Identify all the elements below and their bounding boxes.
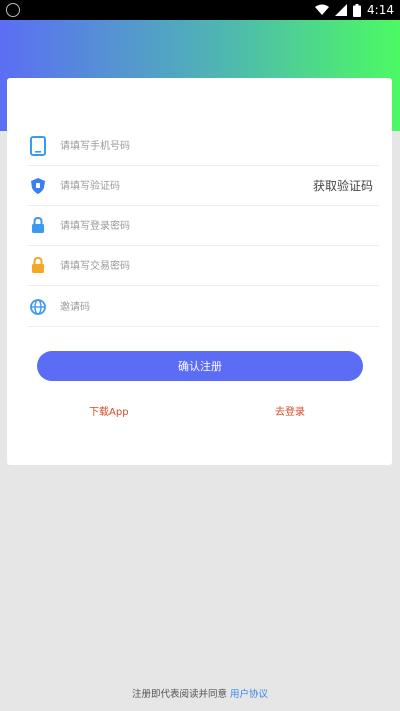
notification-icon — [6, 3, 20, 17]
code-row: 获取验证码 — [27, 166, 379, 206]
get-code-button[interactable]: 获取验证码 — [313, 177, 373, 194]
user-agreement-link[interactable]: 用户协议 — [230, 689, 268, 700]
phone-row — [27, 126, 379, 166]
wifi-icon — [315, 4, 330, 15]
trade-password-row — [27, 246, 379, 286]
register-card: 获取验证码 确认注册 下载App 去 — [7, 78, 392, 465]
phone-icon — [27, 135, 49, 157]
footer-text: 注册即代表阅读并同意 — [131, 689, 227, 700]
login-password-input[interactable] — [60, 214, 300, 238]
battery-icon — [353, 3, 362, 17]
lock-icon — [27, 215, 49, 237]
verification-code-input[interactable] — [60, 174, 300, 198]
phone-input[interactable] — [60, 134, 300, 158]
globe-icon — [27, 296, 49, 318]
go-login-link[interactable]: 去登录 — [275, 403, 305, 418]
login-password-row — [27, 206, 379, 246]
signal-icon — [335, 4, 348, 16]
invite-code-input[interactable] — [60, 295, 300, 319]
lock-icon — [27, 255, 49, 277]
confirm-register-button[interactable]: 确认注册 — [37, 351, 363, 381]
status-bar: 4:14 — [0, 0, 400, 20]
invite-row — [27, 287, 379, 327]
status-icons: 4:14 — [315, 0, 394, 20]
status-time: 4:14 — [367, 3, 394, 17]
download-app-link[interactable]: 下载App — [89, 403, 129, 418]
shield-icon — [27, 175, 49, 197]
footer: 注册即代表阅读并同意 用户协议 — [0, 686, 400, 700]
trade-password-input[interactable] — [60, 254, 300, 278]
